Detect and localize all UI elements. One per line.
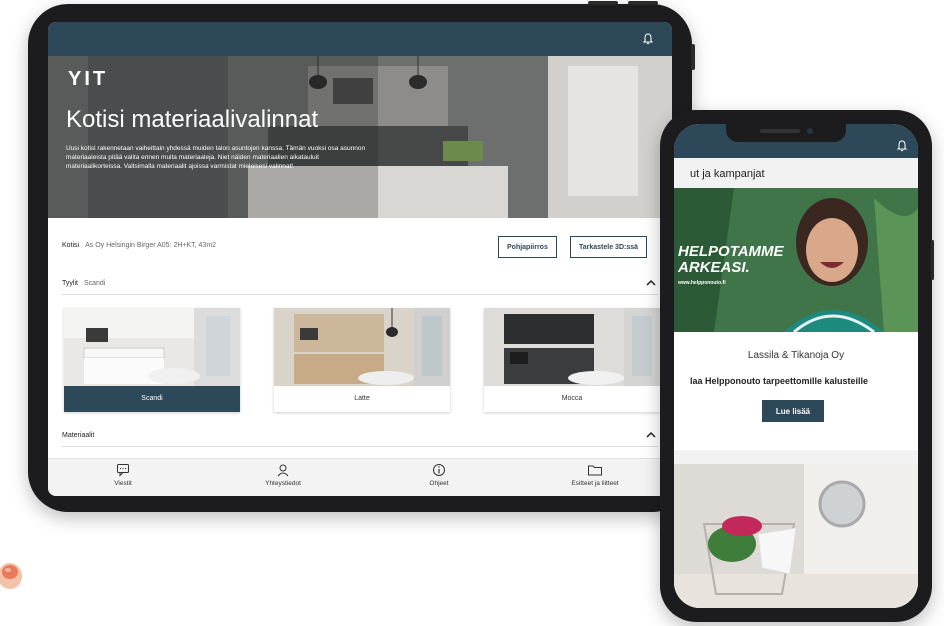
scandi-kitchen-image: [64, 308, 240, 386]
kitchen-photo: [48, 56, 672, 218]
camera-speaker: [760, 128, 813, 134]
page-title: Kotisi materiaalivalinnat: [66, 106, 319, 133]
style-card-latte[interactable]: Latte: [274, 308, 450, 412]
tablet-side-button: [691, 44, 695, 70]
tablet-power-button: [588, 1, 618, 5]
bell-icon[interactable]: [896, 140, 908, 152]
campaigns-title: ut ja kampanjat: [690, 168, 765, 180]
style-card-label: Latte: [354, 395, 370, 402]
tablet-device: YIT Kotisi materiaalivalinnat Uusi kotis…: [28, 1, 695, 512]
phone-side-button: [931, 240, 934, 280]
tablet-top-bar: [48, 22, 672, 56]
styles-label: Tyylit: [62, 280, 78, 287]
promo-banner[interactable]: HELPOTAMME ARKEASI. www.helpponouto.fi: [674, 188, 918, 332]
nav-label: Yhteystiedot: [265, 480, 301, 487]
style-card-mocca[interactable]: Mocca: [484, 308, 660, 412]
divider: [62, 446, 658, 447]
promo-headline-line1: HELPOTAMME: [678, 243, 784, 260]
materials-section-header[interactable]: Materiaalit: [62, 432, 94, 439]
style-card-scandi[interactable]: Scandi: [64, 308, 240, 412]
promo-url: www.helpponouto.fi: [678, 280, 726, 286]
finger-graphic: [0, 563, 22, 589]
styles-selected-value: Scandi: [83, 280, 106, 287]
message-icon: [117, 464, 129, 477]
nav-brochures[interactable]: Esitteet ja liitteet: [550, 463, 640, 487]
phone-device: ut ja kampanjat HELPOTAMME ARKEASI. www.…: [660, 110, 934, 622]
card-separator: [674, 450, 918, 464]
view-3d-button[interactable]: Tarkastele 3D:ssä: [570, 236, 648, 258]
promo-headline-line2: ARKEASI.: [678, 259, 750, 276]
chevron-up-icon[interactable]: [646, 430, 656, 440]
materials-label: Materiaalit: [62, 432, 95, 439]
nav-contacts[interactable]: Yhteystiedot: [238, 463, 328, 487]
folder-icon: [588, 465, 602, 476]
read-more-button[interactable]: Lue lisää: [762, 400, 824, 422]
promo-headline: HELPOTAMME ARKEASI.: [678, 244, 784, 276]
tablet-volume-button: [628, 1, 658, 5]
promo-tagline: laa Helpponouto tarpeettomille kalusteil…: [690, 376, 869, 386]
home-info: Kotisi As Oy Helsingin Birger A05: 2H+KT,…: [62, 242, 216, 249]
divider: [62, 294, 658, 295]
laundry-image: [674, 464, 918, 608]
campaigns-header: ut ja kampanjat: [674, 158, 918, 188]
phone-notch: [726, 124, 846, 142]
bottom-nav: Viestit Yhteystiedot Ohjeet Esitteet ja …: [48, 458, 672, 496]
nav-label: Esitteet ja liitteet: [571, 480, 619, 487]
mocca-kitchen-image: [484, 308, 660, 386]
home-label: Kotisi: [62, 242, 80, 249]
nav-label: Ohjeet: [429, 480, 449, 487]
promo-card: Lassila & Tikanoja Oy laa Helpponouto ta…: [674, 332, 918, 450]
nav-instructions[interactable]: Ohjeet: [394, 463, 484, 487]
hero-banner: YIT Kotisi materiaalivalinnat Uusi kotis…: [48, 56, 672, 218]
nav-messages[interactable]: Viestit: [78, 463, 168, 487]
styles-section-header[interactable]: Tyylit Scandi: [62, 280, 105, 287]
tablet-screen: YIT Kotisi materiaalivalinnat Uusi kotis…: [48, 22, 672, 496]
yit-logo: YIT: [68, 68, 109, 90]
home-address: As Oy Helsingin Birger A05: 2H+KT, 43m2: [85, 242, 217, 249]
contact-icon: [277, 464, 289, 477]
style-card-label: Scandi: [141, 395, 163, 402]
nav-label: Viestit: [114, 480, 132, 487]
bell-icon[interactable]: [642, 33, 654, 45]
floorplan-button[interactable]: Pohjapiirros: [498, 236, 557, 258]
chevron-up-icon[interactable]: [646, 278, 656, 288]
phone-screen: ut ja kampanjat HELPOTAMME ARKEASI. www.…: [674, 124, 918, 608]
hero-description: Uusi kotisi rakennetaan vaiheittain yhde…: [66, 145, 366, 170]
company-name: Lassila & Tikanoja Oy: [747, 350, 845, 361]
latte-kitchen-image: [274, 308, 450, 386]
laundry-photo[interactable]: [674, 464, 918, 608]
info-icon: [433, 464, 445, 476]
style-card-label: Mocca: [561, 395, 583, 402]
